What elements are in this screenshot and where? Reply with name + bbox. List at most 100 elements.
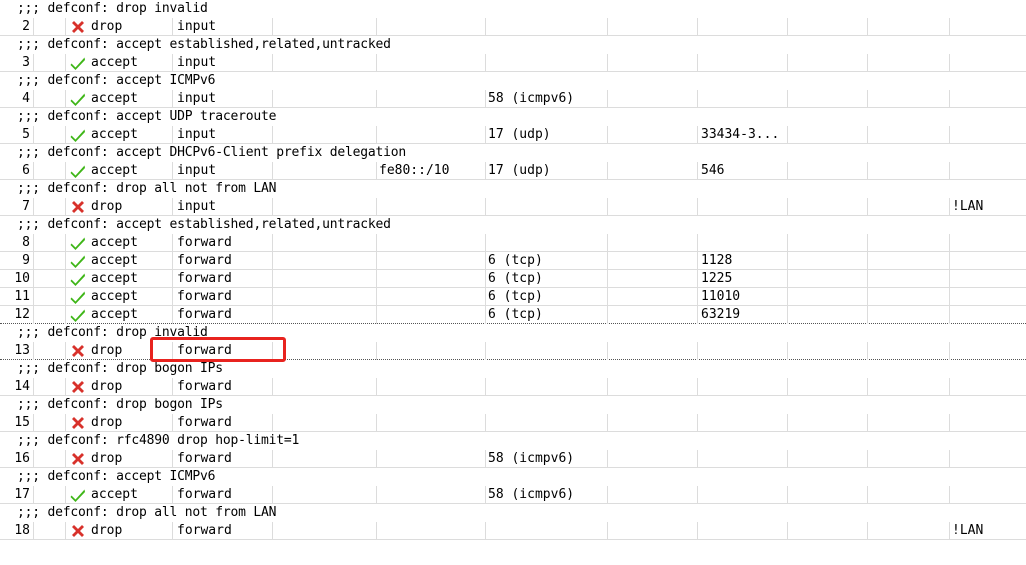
- rule-comment: ;;; defconf: accept UDP traceroute: [17, 109, 277, 124]
- comment-row[interactable]: ;;; defconf: accept ICMPv6: [0, 72, 1026, 90]
- src-address-cell: [377, 378, 486, 396]
- protocol-cell: [486, 378, 608, 396]
- protocol-cell: 6 (tcp): [486, 288, 608, 306]
- empty-cell: [608, 450, 698, 468]
- empty-cell: [273, 522, 377, 540]
- rule-comment: ;;; defconf: accept DHCPv6-Client prefix…: [17, 145, 406, 160]
- empty-cell: [273, 18, 377, 36]
- empty-cell: [273, 162, 377, 180]
- empty-cell: [608, 378, 698, 396]
- protocol-cell: 6 (tcp): [486, 270, 608, 288]
- comment-row[interactable]: ;;; defconf: drop bogon IPs: [0, 360, 1026, 378]
- src-address-cell: [377, 18, 486, 36]
- empty-cell: [608, 270, 698, 288]
- empty-cell: [868, 486, 950, 504]
- action-label: accept: [91, 487, 138, 502]
- in-interface-cell: [950, 18, 1026, 36]
- chain-cell: forward: [173, 522, 273, 540]
- red-x-icon: [70, 379, 86, 395]
- rule-number: 11: [0, 288, 34, 306]
- rule-number: 14: [0, 378, 34, 396]
- flags-cell: [34, 414, 66, 432]
- comment-row[interactable]: ;;; defconf: rfc4890 drop hop-limit=1: [0, 432, 1026, 450]
- comment-row[interactable]: ;;; defconf: drop invalid: [0, 324, 1026, 342]
- flags-cell: [34, 378, 66, 396]
- rule-row[interactable]: 17 accept forward 58 (icmpv6): [0, 486, 1026, 504]
- comment-row[interactable]: ;;; defconf: accept established,related,…: [0, 36, 1026, 54]
- dst-port-cell: [698, 414, 788, 432]
- rule-row[interactable]: 7 drop input !LAN: [0, 198, 1026, 216]
- dst-port-cell: 33434-3...: [698, 126, 788, 144]
- rule-row[interactable]: 4 accept input 58 (icmpv6): [0, 90, 1026, 108]
- rule-row[interactable]: 16 drop forward 58 (icmpv6): [0, 450, 1026, 468]
- empty-cell: [788, 414, 868, 432]
- rule-row[interactable]: 13 drop forward: [0, 342, 1026, 360]
- empty-cell: [608, 54, 698, 72]
- empty-cell: [273, 306, 377, 324]
- action-cell: accept: [66, 288, 173, 306]
- protocol-cell: [486, 414, 608, 432]
- action-cell: drop: [66, 342, 173, 360]
- rule-row[interactable]: 11 accept forward 6 (tcp) 11010: [0, 288, 1026, 306]
- flags-cell: [34, 270, 66, 288]
- empty-cell: [868, 450, 950, 468]
- action-cell: accept: [66, 126, 173, 144]
- protocol-cell: 6 (tcp): [486, 252, 608, 270]
- rule-row[interactable]: 6 accept input fe80::/10 17 (udp) 546: [0, 162, 1026, 180]
- comment-row[interactable]: ;;; defconf: accept ICMPv6: [0, 468, 1026, 486]
- comment-row[interactable]: ;;; defconf: drop invalid: [0, 0, 1026, 18]
- rule-row[interactable]: 12 accept forward 6 (tcp) 63219: [0, 306, 1026, 324]
- src-address-cell: [377, 54, 486, 72]
- in-interface-cell: [950, 252, 1026, 270]
- rule-row[interactable]: 15 drop forward: [0, 414, 1026, 432]
- chain-cell: forward: [173, 288, 273, 306]
- action-cell: accept: [66, 270, 173, 288]
- rule-comment: ;;; defconf: drop invalid: [17, 325, 208, 340]
- empty-cell: [788, 306, 868, 324]
- action-cell: drop: [66, 198, 173, 216]
- protocol-cell: 58 (icmpv6): [486, 450, 608, 468]
- rule-row[interactable]: 2 drop input: [0, 18, 1026, 36]
- protocol-cell: [486, 54, 608, 72]
- rule-row[interactable]: 5 accept input 17 (udp) 33434-3...: [0, 126, 1026, 144]
- rule-comment: ;;; defconf: rfc4890 drop hop-limit=1: [17, 433, 300, 448]
- green-check-icon: [70, 289, 86, 305]
- protocol-cell: 17 (udp): [486, 126, 608, 144]
- src-address-cell: [377, 450, 486, 468]
- chain-cell: input: [173, 90, 273, 108]
- rule-number: 8: [0, 234, 34, 252]
- in-interface-cell: [950, 306, 1026, 324]
- in-interface-cell: [950, 342, 1026, 360]
- comment-row[interactable]: ;;; defconf: accept DHCPv6-Client prefix…: [0, 144, 1026, 162]
- src-address-cell: [377, 234, 486, 252]
- rule-row[interactable]: 9 accept forward 6 (tcp) 1128: [0, 252, 1026, 270]
- action-label: drop: [91, 451, 123, 466]
- flags-cell: [34, 306, 66, 324]
- src-address-cell: [377, 522, 486, 540]
- rule-row[interactable]: 8 accept forward: [0, 234, 1026, 252]
- comment-row[interactable]: ;;; defconf: accept established,related,…: [0, 216, 1026, 234]
- protocol-cell: 6 (tcp): [486, 306, 608, 324]
- rule-row[interactable]: 10 accept forward 6 (tcp) 1225: [0, 270, 1026, 288]
- empty-cell: [608, 90, 698, 108]
- empty-cell: [868, 126, 950, 144]
- protocol-cell: [486, 234, 608, 252]
- rule-row[interactable]: 18 drop forward !LAN: [0, 522, 1026, 540]
- red-x-icon: [70, 415, 86, 431]
- comment-row[interactable]: ;;; defconf: accept UDP traceroute: [0, 108, 1026, 126]
- rule-row[interactable]: 14 drop forward: [0, 378, 1026, 396]
- empty-cell: [273, 288, 377, 306]
- action-label: drop: [91, 523, 123, 538]
- rule-number: 3: [0, 54, 34, 72]
- rule-number: 9: [0, 252, 34, 270]
- in-interface-cell: [950, 234, 1026, 252]
- chain-cell: forward: [173, 234, 273, 252]
- comment-row[interactable]: ;;; defconf: drop all not from LAN: [0, 180, 1026, 198]
- action-cell: drop: [66, 450, 173, 468]
- rule-row[interactable]: 3 accept input: [0, 54, 1026, 72]
- green-check-icon: [70, 55, 86, 71]
- comment-row[interactable]: ;;; defconf: drop bogon IPs: [0, 396, 1026, 414]
- red-x-icon: [70, 523, 86, 539]
- comment-row[interactable]: ;;; defconf: drop all not from LAN: [0, 504, 1026, 522]
- empty-cell: [788, 486, 868, 504]
